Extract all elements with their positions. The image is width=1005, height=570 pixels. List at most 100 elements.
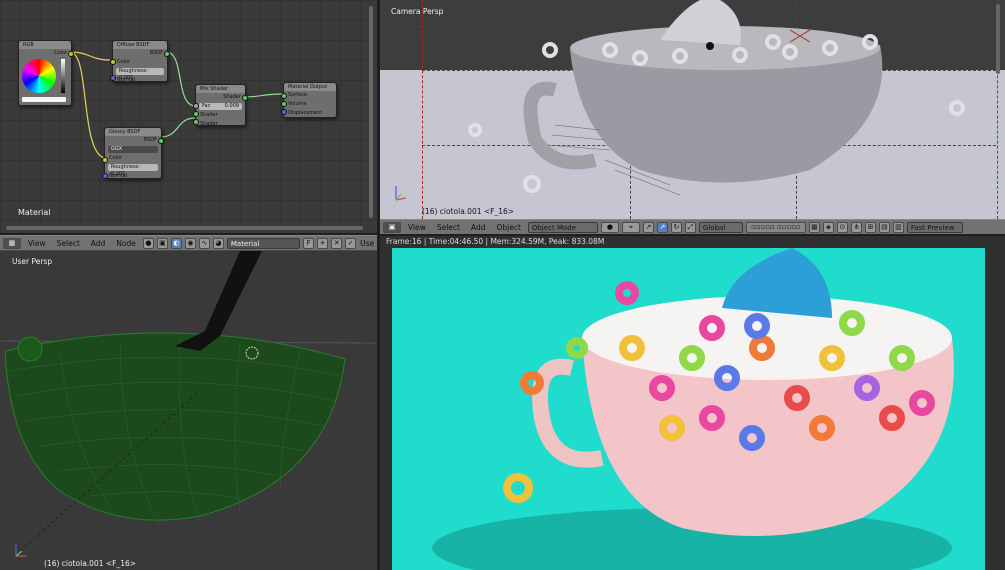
rotate-icon[interactable]: ↻ [670, 221, 682, 233]
add-material-icon[interactable]: + [317, 237, 329, 249]
mix-fac-socket[interactable] [193, 103, 199, 109]
render-anim-icon[interactable]: ▥ [892, 221, 904, 233]
user-persp-viewport[interactable]: User Persp (16) ciotola.001 <F_16> [0, 251, 377, 570]
wireframe-bowl-drawing [0, 251, 377, 557]
glossy-bsdf-node[interactable]: Glossy BSDF BSDF GGX Color Roughness: 0.… [102, 127, 164, 179]
diffuse-normal-socket[interactable] [110, 75, 116, 81]
material-name-field[interactable]: Material [226, 237, 301, 249]
diffuse-color-socket[interactable] [110, 59, 116, 65]
color-swatch[interactable] [22, 97, 66, 102]
diffuse-bsdf-socket[interactable] [164, 51, 170, 57]
use-nodes-label: Use Nodes [360, 238, 374, 248]
snap-icon[interactable]: ◈ [822, 221, 834, 233]
world-icon[interactable]: ◐ [170, 237, 182, 249]
editor-type-button[interactable]: ▦ [3, 237, 21, 249]
camera-persp-label: Camera Persp [391, 7, 444, 16]
menu-view[interactable]: View [404, 223, 430, 232]
snap-target-icon[interactable]: ⊞ [864, 221, 876, 233]
proportional-icon[interactable]: ⊙ [836, 221, 848, 233]
mix-fac-label: Fac [202, 103, 211, 109]
node-editor-header: ▦ View Select Add Node ● ▣ ◐ ◉ ∿ ◕ Mater… [0, 235, 377, 251]
node-horizontal-scrollbar[interactable] [6, 226, 363, 230]
material-browse-icon[interactable]: ◕ [212, 237, 224, 249]
output-volume-socket[interactable] [281, 101, 287, 107]
color-wheel[interactable] [22, 59, 56, 93]
pivot-point-icon[interactable]: ⌖ [621, 221, 640, 233]
glossy-normal-label: Normal [109, 173, 128, 179]
translate-icon[interactable]: ↗ [656, 221, 668, 233]
mode-dropdown[interactable]: Object Mode [527, 221, 598, 233]
editor-type-button[interactable]: ▣ [383, 221, 401, 233]
output-volume-label: Volume [288, 101, 307, 107]
rgb-color-socket[interactable] [68, 51, 74, 57]
shader-type-icon[interactable]: ● [142, 237, 154, 249]
layers-grid[interactable]: ▫▫▫▫▫ ▫▫▫▫▫ [745, 221, 806, 233]
value-slider[interactable] [61, 59, 65, 93]
magnet-icon[interactable]: ⋔ [850, 221, 862, 233]
output-surface-label: Surface [288, 92, 308, 98]
diffuse-color-label: Color [117, 59, 131, 65]
user-object-label: (16) ciotola.001 <F_16> [44, 559, 137, 568]
menu-node[interactable]: Node [112, 239, 140, 248]
orientation-dropdown[interactable]: Global [698, 221, 743, 233]
render-image [392, 248, 985, 570]
node-vertical-scrollbar[interactable] [369, 6, 373, 218]
mix-out-label: Shader [223, 94, 241, 100]
glossy-out-label: BSDF [143, 137, 157, 143]
glossy-color-label: Color [109, 155, 123, 161]
glossy-bsdf-socket[interactable] [158, 138, 164, 144]
unlink-icon[interactable]: ✕ [331, 237, 343, 249]
diffuse-roughness-field[interactable]: Roughness: 0.000 [116, 68, 164, 81]
glossy-roughness-field[interactable]: Roughness: 0.200 [108, 164, 158, 177]
mix-shader2-label: Shader [200, 121, 218, 127]
menu-add[interactable]: Add [467, 223, 490, 232]
menu-select[interactable]: Select [53, 239, 84, 248]
rgb-node[interactable]: RGB Color [18, 40, 74, 106]
material-sphere-icon[interactable]: ◉ [184, 237, 196, 249]
use-nodes-checkbox[interactable]: ✓ [345, 237, 357, 249]
rgb-node-title: RGB [19, 41, 71, 49]
camera-object-label: (16) ciotola.001 <F_16> [422, 207, 515, 216]
mix-fac-field[interactable]: Fac 0.009 [199, 103, 242, 110]
diffuse-bsdf-node[interactable]: Diffuse BSDF BSDF Color Roughness: 0.000… [110, 40, 170, 83]
glossy-title: Glossy BSDF [105, 128, 161, 136]
viewport-shading-icon[interactable]: ● [600, 221, 619, 233]
glossy-distribution-dropdown[interactable]: GGX [108, 146, 158, 153]
menu-object[interactable]: Object [492, 223, 524, 232]
scale-icon[interactable]: ⤢ [684, 221, 696, 233]
mix-shader2-socket[interactable] [193, 119, 199, 125]
lock-icon[interactable]: ▦ [808, 221, 820, 233]
menu-view[interactable]: View [24, 239, 50, 248]
object-icon[interactable]: ▣ [156, 237, 168, 249]
bowl-solid-drawing [395, 0, 965, 201]
fake-user-button[interactable]: F [303, 237, 315, 249]
fast-preview-button[interactable]: Fast Preview [906, 221, 963, 233]
camera-persp-viewport[interactable]: Camera Persp (16) ciotola.001 <F_16> [380, 0, 1005, 219]
rgb-output-label: Color [53, 50, 67, 56]
mode-label: Object Mode [531, 223, 577, 232]
menu-select[interactable]: Select [433, 223, 464, 232]
material-label: Material [18, 208, 51, 217]
output-displacement-socket[interactable] [281, 109, 287, 115]
manipulator-icon[interactable]: ↗ [642, 221, 654, 233]
camera-scrollbar[interactable] [996, 4, 1000, 74]
mix-fac-value: 0.009 [224, 103, 239, 109]
material-output-node[interactable]: Material Output Surface Volume Displacem… [281, 82, 337, 118]
mix-shader-node[interactable]: Mix Shader Shader Fac 0.009 Shader Shader [193, 84, 248, 127]
diffuse-normal-label: Normal [117, 77, 136, 83]
render-still-icon[interactable]: ▤ [878, 221, 890, 233]
render-result-area[interactable] [380, 248, 1005, 570]
output-title: Material Output [284, 83, 336, 91]
glossy-color-socket[interactable] [102, 157, 108, 163]
render-info-bar: Frame:16 | Time:04:46.50 | Mem:324.59M, … [380, 236, 1005, 248]
mix-shader1-socket[interactable] [193, 111, 199, 117]
menu-add[interactable]: Add [87, 239, 110, 248]
output-displacement-label: Displacement [288, 110, 323, 116]
3d-view-header: ▣ View Select Add Object Object Mode ● ⌖… [380, 219, 1005, 235]
node-editor[interactable]: RGB Color Diffuse BSDF BSDF Color Roughn… [0, 0, 377, 233]
mix-out-socket[interactable] [242, 95, 248, 101]
glossy-normal-socket[interactable] [102, 173, 108, 179]
linestyle-icon[interactable]: ∿ [198, 237, 210, 249]
diffuse-title: Diffuse BSDF [113, 41, 167, 49]
output-surface-socket[interactable] [281, 93, 287, 99]
